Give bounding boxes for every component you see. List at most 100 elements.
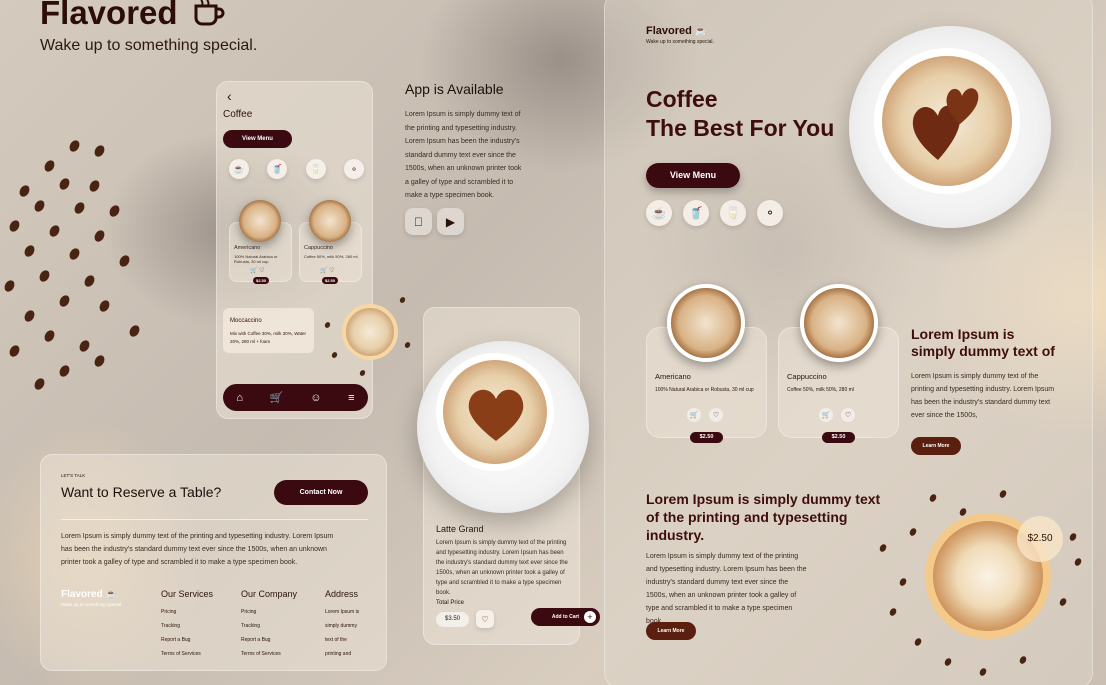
phone-title: Coffee bbox=[223, 109, 253, 120]
menu-icon[interactable]: ≡ bbox=[348, 392, 354, 404]
section2-title: Lorem Ipsum is simply dummy text of bbox=[911, 326, 1055, 359]
footer-services: Our Services Pricing Tracking Report a B… bbox=[161, 589, 213, 661]
product-name: Cappuccino bbox=[304, 245, 334, 251]
footer-link[interactable]: Report a Bug bbox=[241, 633, 297, 647]
address-line: printing and bbox=[325, 651, 352, 657]
coffee-cup-icon: ☕ bbox=[694, 26, 708, 37]
latte-name: Latte Grand bbox=[436, 524, 484, 534]
product-price: $2.50 bbox=[822, 432, 855, 443]
hero-view-menu-button[interactable]: View Menu bbox=[646, 163, 740, 188]
phone-view-menu-button[interactable]: View Menu bbox=[223, 130, 292, 148]
app-body: Lorem Ipsum is simply dummy text of the … bbox=[405, 111, 522, 199]
address-line: text of the bbox=[325, 637, 347, 643]
coffee-beans-left bbox=[0, 130, 150, 400]
reserve-body: Lorem Ipsum is simply dummy text of the … bbox=[61, 533, 334, 566]
product-price: $2.50 bbox=[253, 277, 269, 284]
add-to-cart-label: Add to Cart bbox=[551, 614, 580, 620]
moccaccino-desc: Mix with Coffee 30%, milk 30%, Water 20%… bbox=[230, 331, 307, 344]
cart-icon[interactable]: 🛒 bbox=[687, 408, 701, 422]
moccaccino-name: Moccaccino bbox=[230, 318, 262, 324]
footer-link[interactable]: Tracking bbox=[241, 619, 297, 633]
hero-title-line1: Coffee bbox=[646, 86, 718, 112]
hero-heart-art bbox=[912, 88, 979, 160]
coffee-cup-icon bbox=[194, 0, 225, 26]
moccaccino-card[interactable]: Moccaccino Mix with Coffee 30%, milk 30%… bbox=[223, 308, 314, 353]
hero-category-icons: ☕ 🥤 🥛 ⚬ bbox=[646, 200, 783, 226]
coffee-beans-icon[interactable]: ⚬ bbox=[343, 159, 364, 179]
coffee-cup-icon: ☕ bbox=[105, 589, 117, 599]
section3-body: Lorem Ipsum is simply dummy text of the … bbox=[646, 553, 807, 625]
footer-link[interactable]: Tracking bbox=[161, 619, 213, 633]
add-to-cart-plus-icon[interactable]: + bbox=[584, 611, 596, 623]
cart-icon[interactable]: 🛒 bbox=[270, 391, 284, 404]
footer-link[interactable]: Terms of Services bbox=[161, 647, 213, 661]
section2-learn-more-button[interactable]: Learn More bbox=[911, 437, 961, 455]
heart-icon[interactable]: ♡ bbox=[841, 408, 855, 422]
cappuccino-cup-image bbox=[309, 200, 351, 242]
home-icon[interactable]: ⌂ bbox=[236, 392, 243, 404]
back-icon[interactable]: ‹ bbox=[227, 88, 232, 104]
latte-heart-art bbox=[468, 389, 524, 441]
brand-tagline: Wake up to something special. bbox=[40, 37, 258, 54]
phone-category-icons: ☕ 🥤 🥛 ⚬ bbox=[229, 159, 364, 179]
takeaway-cup-icon[interactable]: 🥛 bbox=[305, 159, 326, 179]
contact-now-button[interactable]: Contact Now bbox=[274, 480, 368, 505]
hero-brand-name: Flavored bbox=[646, 25, 692, 37]
latte-body: Lorem Ipsum is simply dummy text of the … bbox=[436, 540, 568, 596]
cart-icon[interactable]: 🛒 bbox=[819, 408, 833, 422]
price-badge: $2.50 bbox=[1017, 516, 1063, 562]
cappuccino-cup-image bbox=[800, 284, 878, 362]
play-store-button[interactable]: ▶ bbox=[437, 208, 464, 235]
profile-icon[interactable]: ☺ bbox=[310, 392, 321, 404]
hero-title-line2: The Best For You bbox=[646, 115, 835, 141]
footer-link[interactable]: Report a Bug bbox=[161, 633, 213, 647]
iced-coffee-icon[interactable]: 🥤 bbox=[267, 159, 288, 179]
address-line: Lorem Ipsum is bbox=[325, 609, 360, 615]
americano-cup-image bbox=[239, 200, 281, 242]
coffee-cup-icon[interactable]: ☕ bbox=[646, 200, 672, 226]
coffee-beans-icon[interactable]: ⚬ bbox=[757, 200, 783, 226]
favorite-heart-icon[interactable]: ♡ bbox=[476, 610, 494, 628]
product-desc: 100% Natural Arabica or Robusta, 30 ml c… bbox=[234, 254, 278, 264]
americano-cup-image bbox=[667, 284, 745, 362]
latte-price-label: Total Price bbox=[436, 600, 465, 606]
section3-title: Lorem Ipsum is simply dummy text of the … bbox=[646, 491, 881, 543]
footer-link[interactable]: Pricing bbox=[161, 605, 213, 619]
brand-header: Flavored bbox=[40, 0, 226, 32]
footer-col-title: Our Company bbox=[241, 589, 298, 599]
reserve-title: Want to Reserve a Table? bbox=[61, 484, 222, 500]
footer-link[interactable]: Terms of Services bbox=[241, 647, 297, 661]
iced-coffee-icon[interactable]: 🥤 bbox=[683, 200, 709, 226]
brand-name: Flavored bbox=[40, 0, 178, 31]
reserve-eyebrow: LET'S TALK bbox=[61, 473, 86, 478]
latte-price: $3.50 bbox=[436, 612, 469, 627]
product-desc: Coffee 50%, milk 50%, 280 ml bbox=[304, 254, 358, 259]
phone-bottom-nav: ⌂ 🛒 ☺ ≡ bbox=[223, 384, 368, 411]
footer-brand-name: Flavored bbox=[61, 589, 103, 600]
footer-address: Address Lorem Ipsum is simply dummy text… bbox=[325, 589, 359, 661]
address-line: simply dummy bbox=[325, 623, 357, 629]
latte-art-small bbox=[320, 292, 415, 377]
footer-company: Our Company Pricing Tracking Report a Bu… bbox=[241, 589, 297, 661]
hero-brand: Flavored ☕ bbox=[646, 25, 707, 37]
product-desc: Coffee 50%, milk 50%, 280 ml bbox=[787, 387, 854, 393]
takeaway-cup-icon[interactable]: 🥛 bbox=[720, 200, 746, 226]
hero-tagline: Wake up to something special. bbox=[646, 39, 714, 45]
section3-learn-more-button[interactable]: Learn More bbox=[646, 622, 696, 640]
footer-col-title: Address bbox=[325, 589, 359, 599]
coffee-cup-icon[interactable]: ☕ bbox=[229, 159, 249, 179]
reserve-card: LET'S TALK Want to Reserve a Table? Cont… bbox=[40, 454, 387, 671]
product-name: Americano bbox=[234, 245, 261, 251]
section2-body: Lorem Ipsum is simply dummy text of the … bbox=[911, 373, 1055, 419]
product-name: Americano bbox=[655, 372, 691, 381]
footer-link[interactable]: Pricing bbox=[241, 605, 297, 619]
footer-tagline: Wake up to something special. bbox=[61, 602, 123, 607]
apple-store-button[interactable]:  bbox=[405, 208, 432, 235]
product-name: Cappuccino bbox=[787, 372, 827, 381]
heart-icon[interactable]: ♡ bbox=[709, 408, 723, 422]
footer-col-title: Our Services bbox=[161, 589, 214, 599]
product-desc: 100% Natural Arabica or Robusta, 30 ml c… bbox=[655, 387, 754, 393]
footer-brand: Flavored ☕ bbox=[61, 589, 117, 600]
app-title: App is Available bbox=[405, 81, 504, 97]
product-price: $2.50 bbox=[690, 432, 723, 443]
